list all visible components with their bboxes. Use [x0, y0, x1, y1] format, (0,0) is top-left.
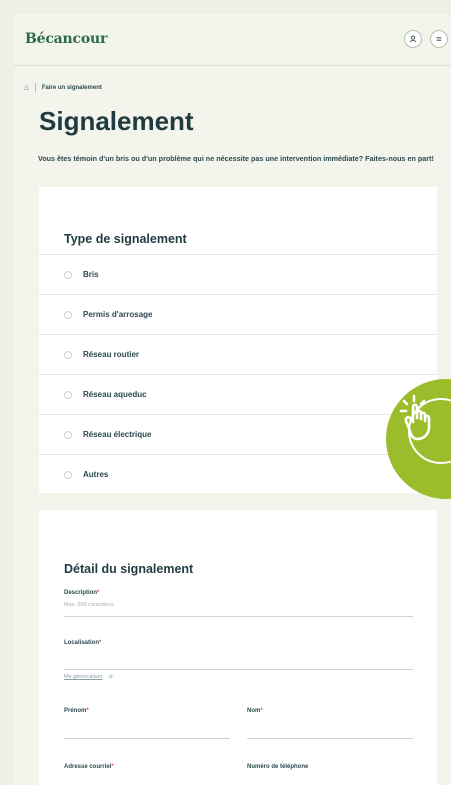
nom-label: Nom* — [247, 708, 263, 714]
phone-label: Numéro de téléphone — [247, 764, 309, 770]
menu-icon — [436, 37, 442, 41]
radio-button[interactable] — [64, 350, 72, 359]
report-detail-title: Détail du signalement — [64, 562, 194, 576]
option-autres[interactable]: Autres — [39, 454, 437, 494]
radio-button[interactable] — [64, 310, 72, 319]
report-type-card: Type de signalement Bris Permis d'arrosa… — [39, 187, 437, 493]
description-field[interactable] — [64, 616, 413, 617]
breadcrumb-separator — [34, 83, 36, 92]
radio-button[interactable] — [64, 470, 72, 479]
prenom-field[interactable] — [64, 738, 230, 739]
nom-field[interactable] — [247, 738, 413, 739]
report-detail-card: Détail du signalement Description* Max. … — [39, 510, 437, 785]
menu-button[interactable] — [430, 30, 448, 48]
site-header: Bécancour — [14, 14, 451, 60]
option-bris[interactable]: Bris — [39, 254, 437, 294]
page-frame: Bécancour ⌂ Faire un signalement Signale… — [14, 14, 451, 785]
page-title: Signalement — [39, 106, 194, 136]
page-intro: Vous êtes témoin d'un bris ou d'un probl… — [38, 154, 434, 163]
report-type-title: Type de signalement — [64, 232, 187, 246]
description-placeholder: Max. 500 caractères — [64, 602, 114, 608]
option-label: Réseau routier — [83, 350, 140, 359]
home-icon[interactable]: ⌂ — [24, 83, 29, 92]
option-label: Réseau électrique — [83, 430, 152, 439]
crosshair-icon[interactable]: ✧ — [108, 673, 114, 681]
option-permis-arrosage[interactable]: Permis d'arrosage — [39, 294, 437, 334]
option-reseau-aqueduc[interactable]: Réseau aqueduc — [39, 374, 437, 414]
option-label: Bris — [83, 270, 99, 279]
description-label: Description* — [64, 590, 100, 596]
option-reseau-routier[interactable]: Réseau routier — [39, 334, 437, 374]
site-logo[interactable]: Bécancour — [25, 31, 107, 47]
user-icon — [409, 35, 417, 43]
email-label: Adresse courriel* — [64, 764, 114, 770]
geolocate-link[interactable]: Me géolocaliser — [64, 674, 103, 680]
localisation-label: Localisation* — [64, 640, 102, 646]
tap-hand-icon — [399, 394, 431, 441]
option-label: Autres — [83, 470, 109, 479]
breadcrumb-current: Faire un signalement — [41, 84, 102, 91]
breadcrumb: ⌂ Faire un signalement — [24, 83, 102, 92]
radio-button[interactable] — [64, 270, 72, 279]
header-divider — [14, 65, 451, 66]
localisation-field[interactable] — [64, 669, 413, 670]
user-button[interactable] — [404, 30, 422, 48]
option-label: Permis d'arrosage — [83, 310, 153, 319]
radio-button[interactable] — [64, 390, 72, 399]
prenom-label: Prénom* — [64, 708, 89, 714]
radio-button[interactable] — [64, 430, 72, 439]
option-label: Réseau aqueduc — [83, 390, 147, 399]
option-reseau-electrique[interactable]: Réseau électrique — [39, 414, 437, 454]
